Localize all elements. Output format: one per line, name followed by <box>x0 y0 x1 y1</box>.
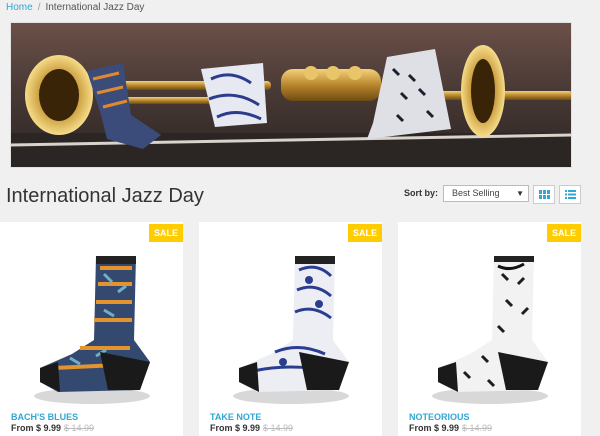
product-price: From $ 9.99 $ 14.99 <box>210 423 293 433</box>
price-from: From $ 9.99 <box>11 423 62 433</box>
sort-select[interactable]: Best Selling ▼ <box>443 185 529 202</box>
product-name-link[interactable]: BACH'S BLUES <box>11 412 78 422</box>
chevron-down-icon: ▼ <box>516 189 524 198</box>
product-card[interactable]: SALE BACH'S BLUES From $ 9.99 $ 14.99 <box>0 222 183 436</box>
price-from: From $ 9.99 <box>210 423 261 433</box>
collection-banner-image <box>10 22 572 168</box>
compare-price: $ 14.99 <box>64 423 95 433</box>
compare-price: $ 14.99 <box>263 423 294 433</box>
product-image <box>233 256 349 404</box>
product-price: From $ 9.99 $ 14.99 <box>409 423 492 433</box>
breadcrumb-home-link[interactable]: Home <box>6 2 33 13</box>
product-card[interactable]: SALE TAKE NOTE From $ 9.99 $ 14.99 <box>199 222 382 436</box>
page-title: International Jazz Day <box>6 185 204 207</box>
list-icon <box>564 190 576 199</box>
product-name-link[interactable]: NOTEORIOUS <box>409 412 470 422</box>
compare-price: $ 14.99 <box>462 423 493 433</box>
product-name-link[interactable]: TAKE NOTE <box>210 412 261 422</box>
sale-badge: SALE <box>546 224 581 242</box>
sort-selected-value: Best Selling <box>452 188 500 198</box>
product-image <box>432 256 548 404</box>
product-card[interactable]: SALE NOTEORIOUS From $ 9.99 $ 14.99 <box>398 222 581 436</box>
sale-badge: SALE <box>347 224 382 242</box>
sort-by-label: Sort by: <box>404 188 439 198</box>
price-from: From $ 9.99 <box>409 423 460 433</box>
product-image <box>34 256 150 404</box>
product-price: From $ 9.99 $ 14.99 <box>11 423 94 433</box>
breadcrumb-separator: / <box>37 2 41 13</box>
breadcrumb: Home / International Jazz Day <box>6 2 144 14</box>
list-view-button[interactable] <box>559 185 581 204</box>
grid-icon <box>538 190 550 199</box>
sale-badge: SALE <box>148 224 183 242</box>
grid-view-button[interactable] <box>533 185 555 204</box>
breadcrumb-current: International Jazz Day <box>45 2 145 13</box>
